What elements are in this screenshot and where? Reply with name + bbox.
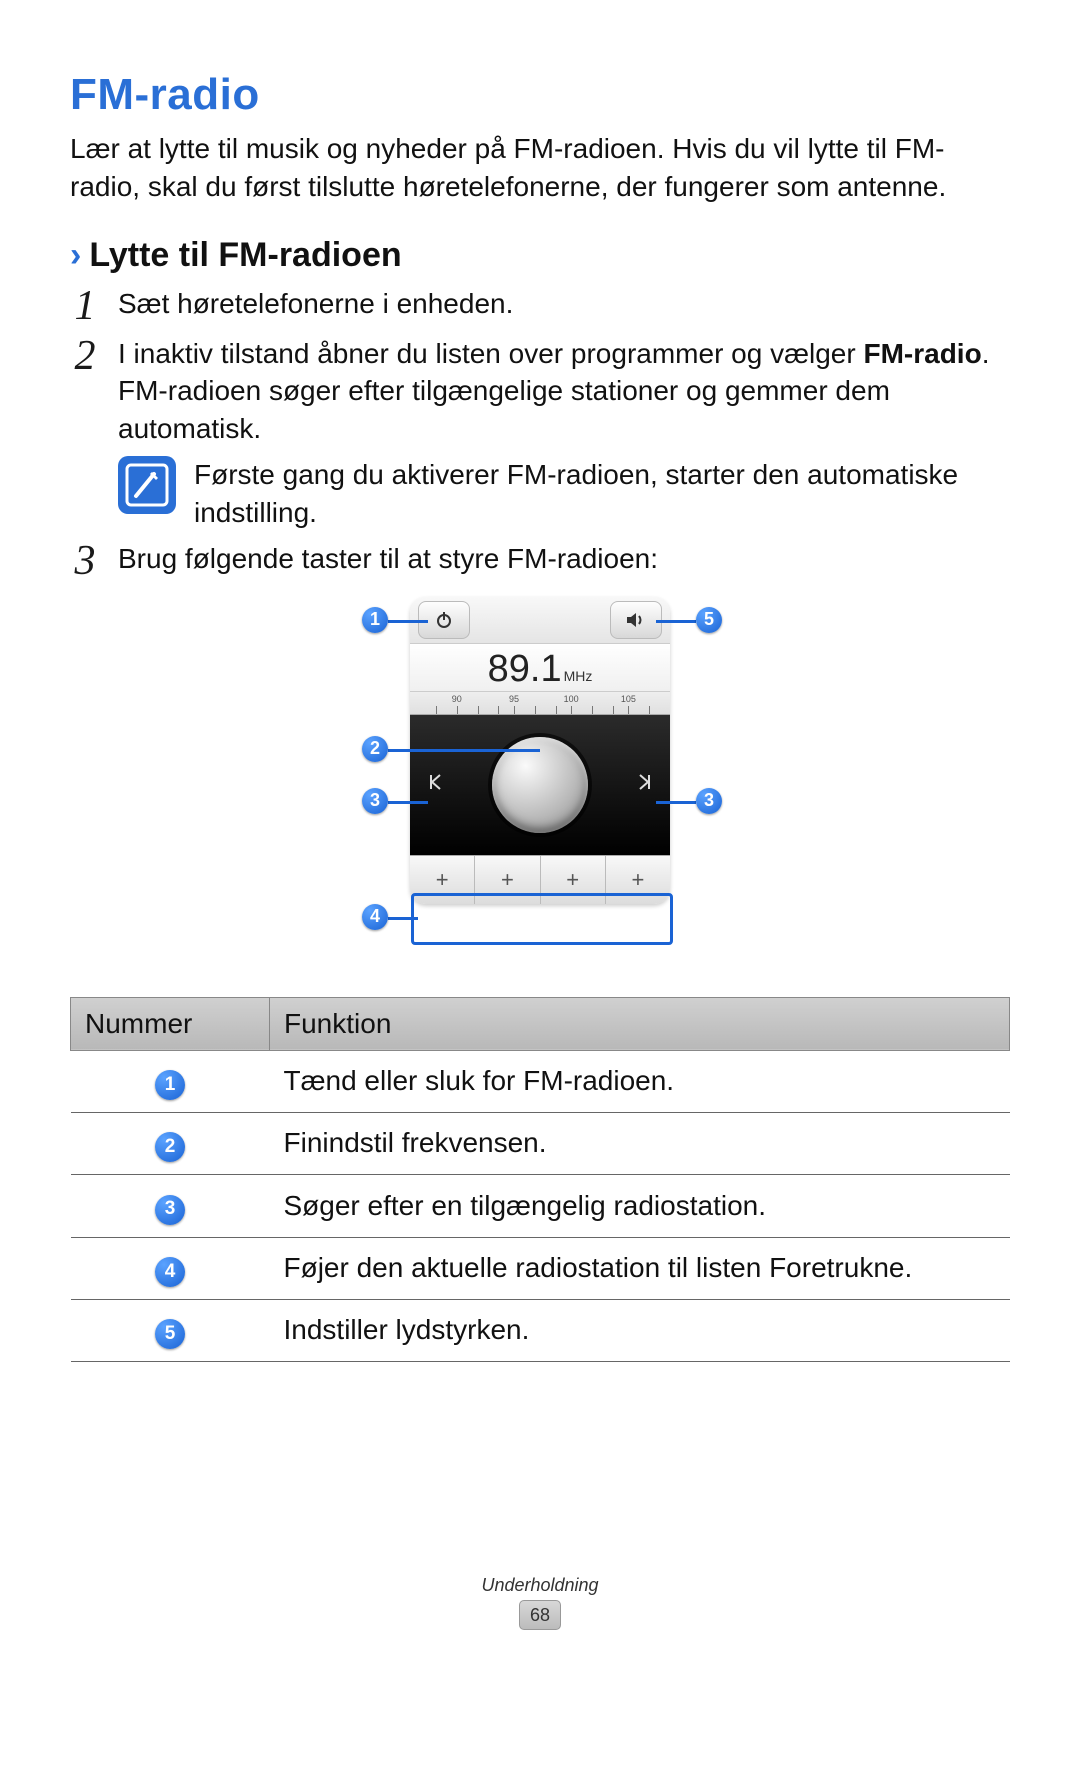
row-number-cell: 1	[71, 1050, 270, 1112]
leader-5	[656, 620, 696, 623]
page-number: 68	[519, 1600, 561, 1630]
table-row: 1 Tænd eller sluk for FM-radioen.	[71, 1050, 1010, 1112]
page-title: FM-radio	[70, 70, 1010, 120]
step-number: 1	[70, 285, 100, 327]
th-number: Nummer	[71, 997, 270, 1050]
step2-line2: FM-radioen søger efter tilgængelige stat…	[118, 375, 890, 444]
frequency-ruler: 90 95 100 105	[410, 691, 670, 715]
step-number: 3	[70, 540, 100, 582]
steps-list: 1 Sæt høretelefonerne i enheden. 2 I ina…	[70, 285, 1010, 582]
step-body: Brug følgende taster til at styre FM-rad…	[118, 540, 1010, 578]
step-3: 3 Brug følgende taster til at styre FM-r…	[70, 540, 1010, 582]
callout-4: 4	[362, 904, 388, 930]
table-row: 4 Føjer den aktuelle radiostation til li…	[71, 1237, 1010, 1299]
table-row: 2 Finindstil frekvensen.	[71, 1112, 1010, 1174]
callout-3-left: 3	[362, 788, 388, 814]
number-badge: 3	[155, 1195, 185, 1225]
callout-1: 1	[362, 607, 388, 633]
leader-1	[388, 620, 428, 623]
row-function-cell: Føjer den aktuelle radiostation til list…	[270, 1237, 1010, 1299]
step2-post: .	[982, 338, 990, 369]
radio-top-bar	[410, 597, 670, 644]
seek-left-icon[interactable]	[426, 771, 448, 799]
number-badge: 5	[155, 1319, 185, 1349]
frequency-unit: MHz	[564, 668, 593, 684]
intro-paragraph: Lær at lytte til musik og nyheder på FM-…	[70, 130, 1010, 206]
step2-bold: FM-radio	[863, 338, 981, 369]
volume-button[interactable]	[610, 601, 662, 639]
page-footer: Underholdning 68	[0, 1575, 1080, 1630]
info-note: Første gang du aktiverer FM-radioen, sta…	[118, 456, 1010, 532]
leader-3l	[388, 801, 428, 804]
row-number-cell: 2	[71, 1112, 270, 1174]
table-row: 3 Søger efter en tilgængelig radiostatio…	[71, 1175, 1010, 1237]
ruler-label: 90	[452, 694, 462, 704]
step-2: 2 I inaktiv tilstand åbner du listen ove…	[70, 335, 1010, 448]
callout-3-right: 3	[696, 788, 722, 814]
subsection-title: Lytte til FM-radioen	[89, 236, 401, 275]
leader-3r	[656, 801, 696, 804]
leader-2	[388, 749, 540, 752]
seek-right-icon[interactable]	[632, 771, 654, 799]
frequency-value: 89.1	[488, 648, 562, 690]
row-number-cell: 3	[71, 1175, 270, 1237]
ruler-label: 105	[621, 694, 636, 704]
footer-category: Underholdning	[0, 1575, 1080, 1596]
row-function-cell: Finindstil frekvensen.	[270, 1112, 1010, 1174]
step-1: 1 Sæt høretelefonerne i enheden.	[70, 285, 1010, 327]
radio-diagram: 1 2 3 3 4 5 89.1MHz	[280, 597, 800, 967]
step-body: Sæt høretelefonerne i enheden.	[118, 285, 1010, 323]
table-row: 5 Indstiller lydstyrken.	[71, 1299, 1010, 1361]
step-number: 2	[70, 335, 100, 377]
manual-page: FM-radio Lær at lytte til musik og nyhed…	[0, 0, 1080, 1660]
number-badge: 4	[155, 1257, 185, 1287]
row-number-cell: 4	[71, 1237, 270, 1299]
frequency-display: 89.1MHz	[410, 644, 670, 691]
chevron-right-icon: ›	[70, 236, 81, 275]
ruler-label: 95	[509, 694, 519, 704]
radio-diagram-wrap: 1 2 3 3 4 5 89.1MHz	[70, 597, 1010, 967]
step2-pre: I inaktiv tilstand åbner du listen over …	[118, 338, 863, 369]
row-number-cell: 5	[71, 1299, 270, 1361]
note-text: Første gang du aktiverer FM-radioen, sta…	[194, 456, 1010, 532]
ruler-label: 100	[564, 694, 579, 704]
number-badge: 1	[155, 1070, 185, 1100]
step-body: I inaktiv tilstand åbner du listen over …	[118, 335, 1010, 448]
row-function-cell: Indstiller lydstyrken.	[270, 1299, 1010, 1361]
subsection-heading: › Lytte til FM-radioen	[70, 236, 1010, 275]
number-badge: 2	[155, 1132, 185, 1162]
tuning-dial-area	[410, 715, 670, 855]
row-function-cell: Tænd eller sluk for FM-radioen.	[270, 1050, 1010, 1112]
note-icon	[118, 456, 176, 514]
function-table: Nummer Funktion 1 Tænd eller sluk for FM…	[70, 997, 1010, 1363]
preset-highlight	[411, 893, 673, 945]
th-function: Funktion	[270, 997, 1010, 1050]
callout-2: 2	[362, 736, 388, 762]
row-function-cell: Søger efter en tilgængelig radiostation.	[270, 1175, 1010, 1237]
callout-5: 5	[696, 607, 722, 633]
